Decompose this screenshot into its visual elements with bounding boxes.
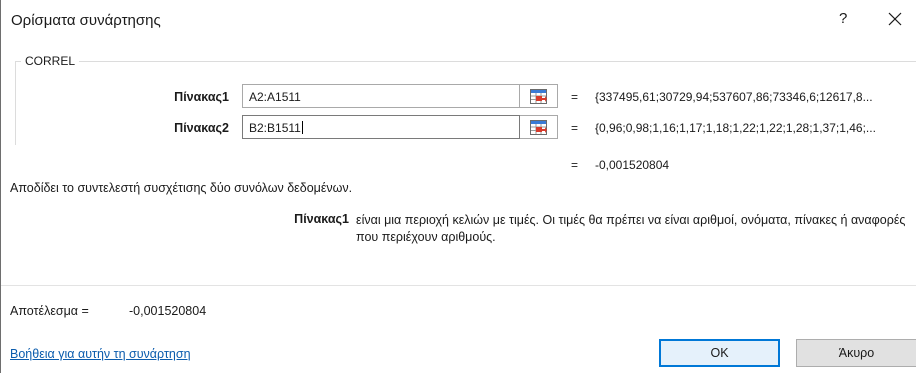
arg1-collapse-button[interactable] xyxy=(520,84,558,108)
function-help-link[interactable]: Βοήθεια για αυτήν τη συνάρτηση xyxy=(10,347,191,361)
arg2-evaluated-value: {0,96;0,98;1,16;1,17;1,18;1,22;1,22;1,28… xyxy=(595,121,876,135)
arg2-input-value: B2:B1511 xyxy=(249,121,301,135)
arg2-equals: = xyxy=(571,121,579,135)
range-select-icon xyxy=(530,120,547,135)
dialog-title: Ορίσματα συνάρτησης xyxy=(11,12,161,29)
argument-help-text: είναι μια περιοχή κελιών με τιμές. Οι τι… xyxy=(356,213,906,244)
argument-help-name: Πίνακας1 xyxy=(294,212,349,226)
close-icon xyxy=(888,12,902,26)
arg2-label: Πίνακας2 xyxy=(174,121,229,135)
separator xyxy=(1,285,916,286)
arg2-collapse-button[interactable] xyxy=(520,115,558,139)
function-description: Αποδίδει το συντελεστή συσχέτισης δύο συ… xyxy=(10,181,353,195)
arg1-label: Πίνακας1 xyxy=(174,90,229,104)
arg1-equals: = xyxy=(571,90,579,104)
title-bar: Ορίσματα συνάρτησης ? xyxy=(1,0,916,40)
text-caret xyxy=(301,121,303,134)
ok-button[interactable]: OK xyxy=(659,339,780,367)
arg1-input[interactable]: A2:A1511 xyxy=(242,84,520,108)
arg1-input-value: A2:A1511 xyxy=(249,90,301,104)
help-button[interactable]: ? xyxy=(839,10,847,27)
arg2-input[interactable]: B2:B1511 xyxy=(242,115,520,139)
formula-result-value: -0,001520804 xyxy=(595,158,670,172)
function-arguments-dialog: Ορίσματα συνάρτησης ? CORREL Πίνακας1 A2… xyxy=(0,0,916,373)
close-button[interactable] xyxy=(885,9,905,29)
cancel-button[interactable]: Άκυρο xyxy=(796,339,916,367)
range-select-icon xyxy=(530,89,547,104)
result-value: -0,001520804 xyxy=(129,304,207,318)
result-label: Αποτέλεσμα = xyxy=(10,304,89,318)
function-name: CORREL xyxy=(21,54,80,68)
arg1-evaluated-value: {337495,61;30729,94;537607,86;73346,6;12… xyxy=(595,90,873,104)
formula-result-equals: = xyxy=(571,158,579,172)
